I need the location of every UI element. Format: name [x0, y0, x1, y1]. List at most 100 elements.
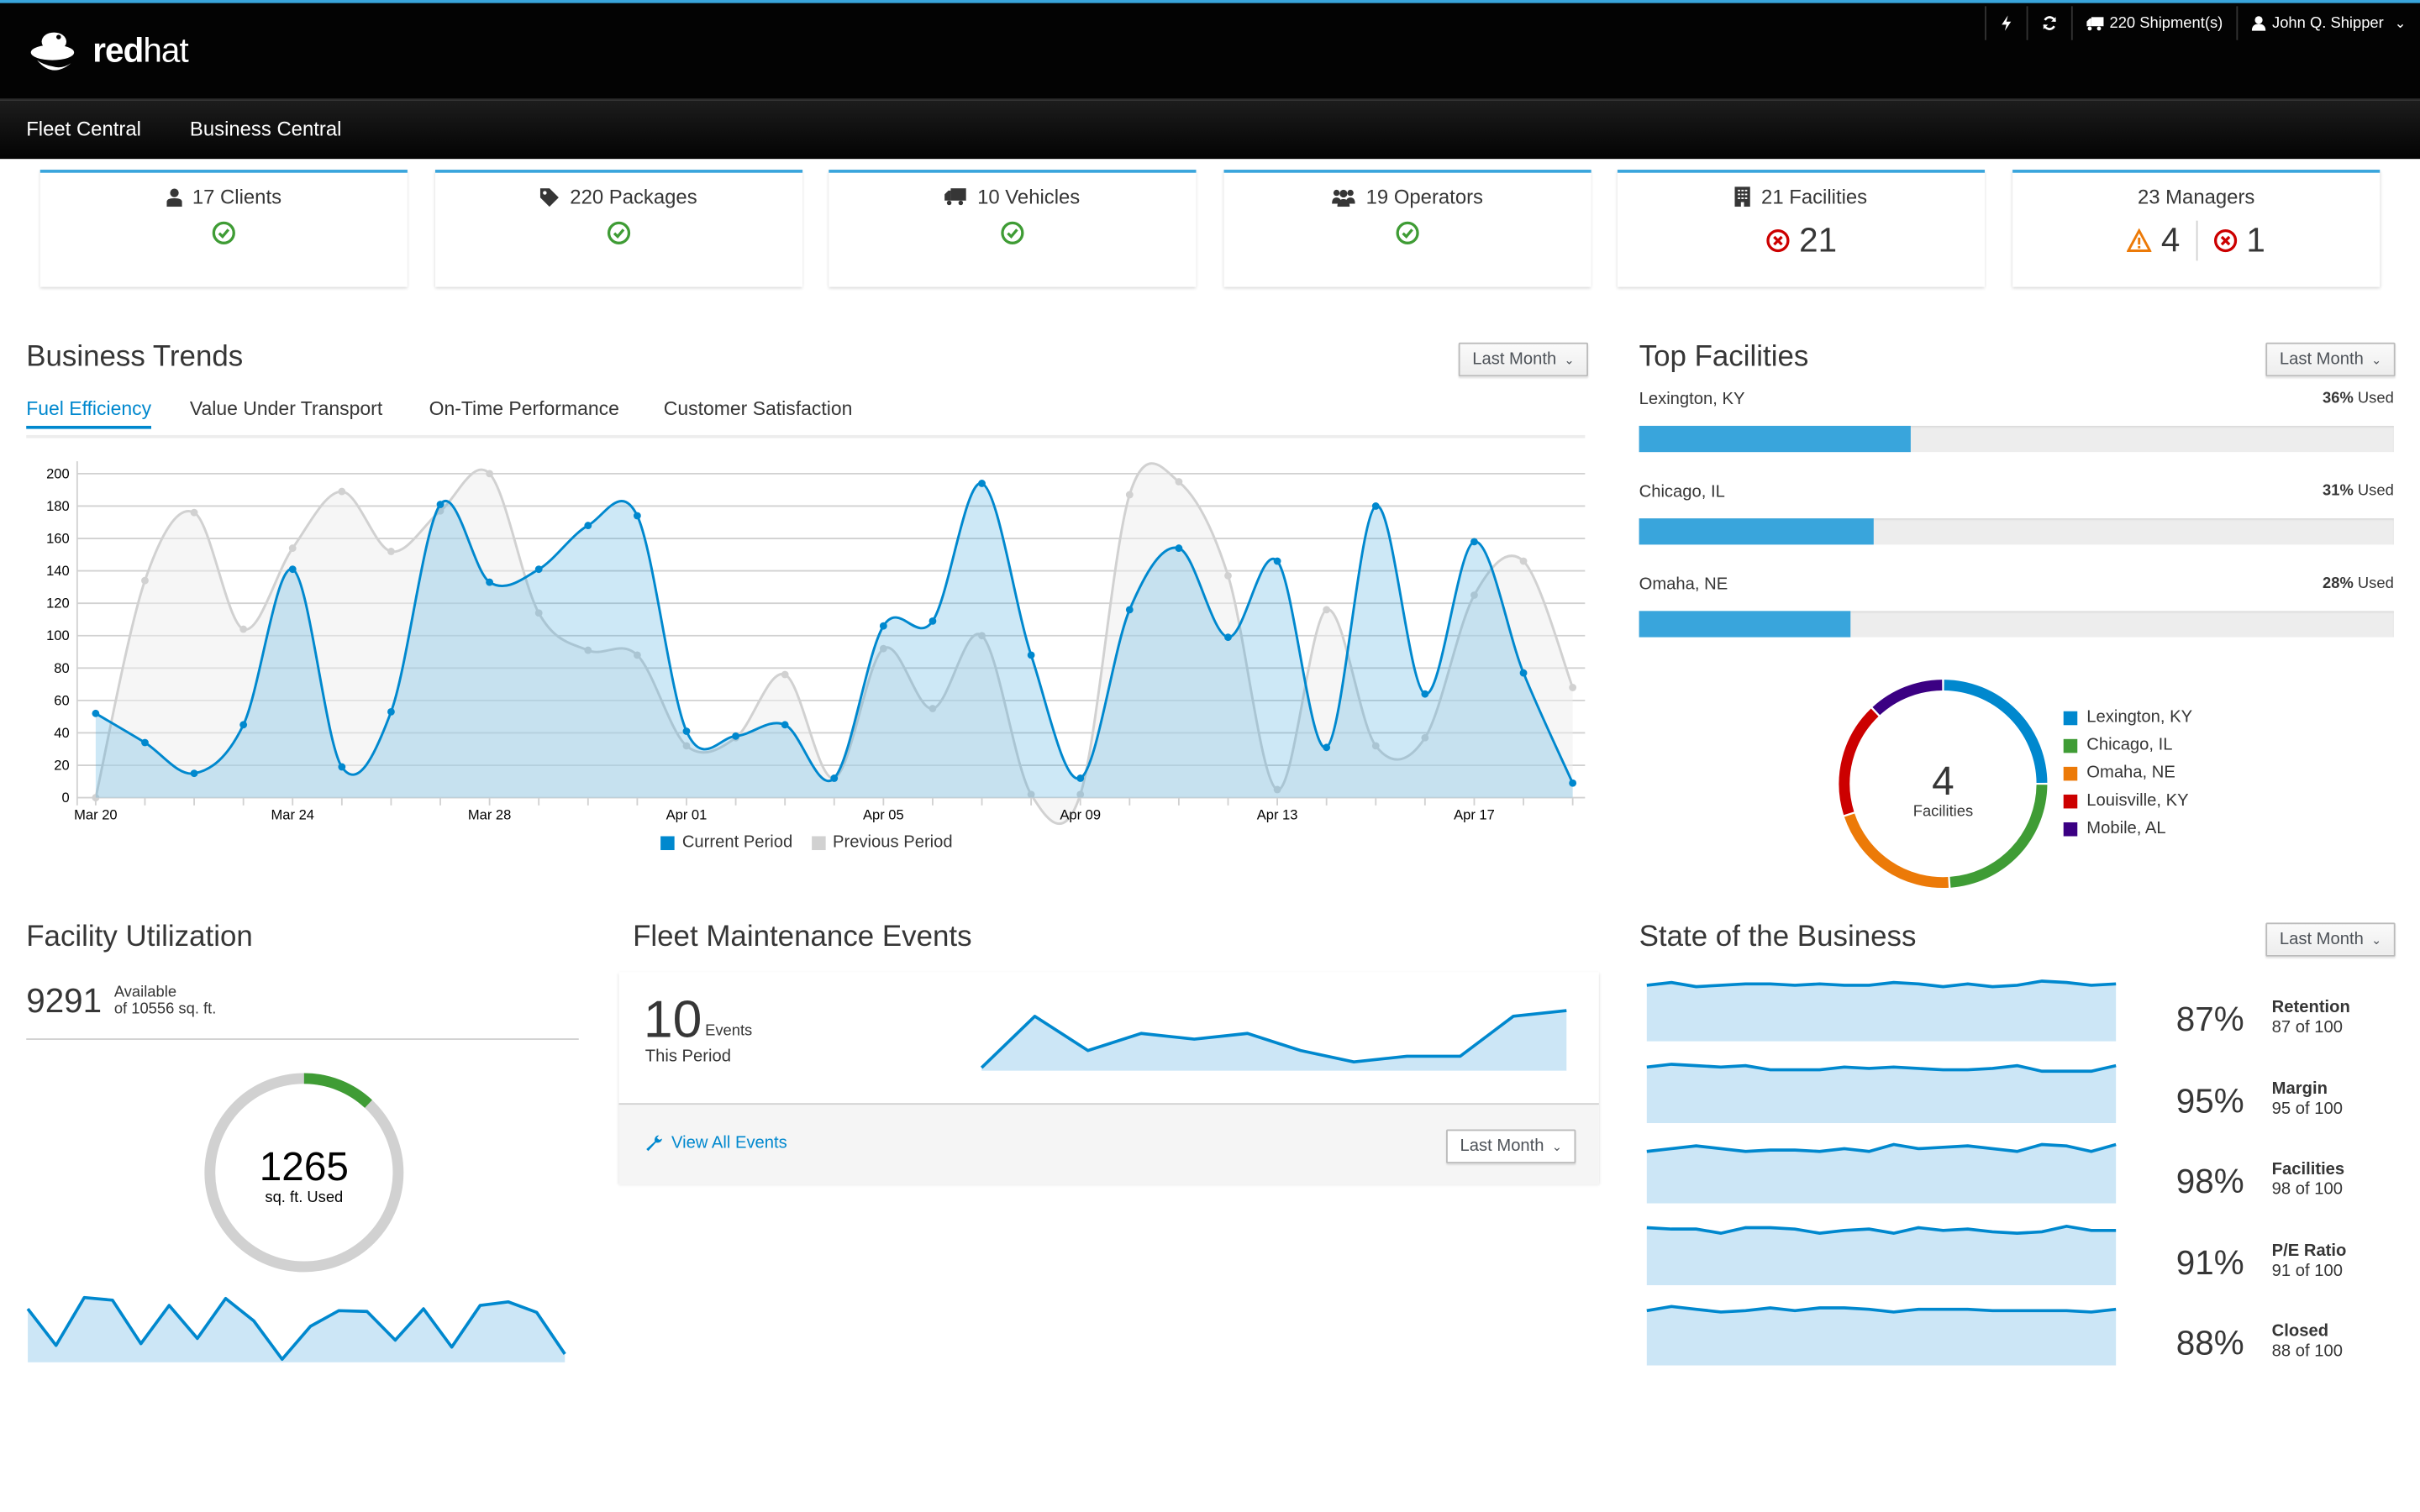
ok-icon: [607, 221, 631, 244]
previous-data-point[interactable]: [486, 470, 494, 478]
current-data-point[interactable]: [978, 480, 986, 487]
fleet-maintenance-filter[interactable]: Last Month ⌄: [1446, 1129, 1576, 1163]
facility-usage-bars: Lexington, KY 36% Used Chicago, IL 31% U…: [1639, 391, 2394, 669]
card-packages[interactable]: 220 Packages: [434, 170, 803, 287]
card-facilities[interactable]: 21 Facilities 21: [1617, 170, 1986, 287]
current-data-point[interactable]: [1175, 544, 1183, 553]
current-data-point[interactable]: [732, 732, 739, 740]
facility-bar-row: Omaha, NE 28% Used: [1639, 575, 2394, 668]
previous-data-point[interactable]: [781, 670, 789, 679]
current-data-point[interactable]: [288, 565, 297, 574]
top-facilities-title: Top Facilities: [1639, 340, 1809, 374]
current-data-point[interactable]: [1273, 557, 1281, 565]
current-data-point[interactable]: [486, 578, 494, 586]
donut-used-segment[interactable]: [303, 1073, 372, 1109]
current-data-point[interactable]: [584, 522, 592, 530]
current-data-point[interactable]: [1421, 690, 1429, 698]
tab-on-time-performance[interactable]: On-Time Performance: [429, 398, 619, 426]
previous-data-point[interactable]: [1519, 557, 1528, 565]
current-data-point[interactable]: [338, 763, 346, 771]
legend-label: Mobile, AL: [2086, 819, 2166, 838]
current-data-point[interactable]: [830, 774, 839, 782]
current-data-point[interactable]: [1224, 633, 1232, 642]
kpi-row: 91% P/E Ratio 91 of 100: [1645, 1215, 2392, 1295]
previous-data-point[interactable]: [1224, 571, 1232, 580]
shadowman-icon: [30, 32, 75, 71]
current-data-point[interactable]: [633, 512, 641, 520]
card-operators[interactable]: 19 Operators: [1223, 170, 1591, 287]
refresh-button[interactable]: [2026, 6, 2070, 40]
previous-data-point[interactable]: [1175, 478, 1183, 486]
donut-segment[interactable]: [1944, 680, 2048, 784]
tab-fuel-efficiency[interactable]: Fuel Efficiency: [26, 398, 152, 429]
card-vehicles[interactable]: 10 Vehicles: [829, 170, 1197, 287]
used-label: sq. ft. Used: [265, 1188, 343, 1205]
donut-segment[interactable]: [1844, 813, 1949, 889]
legend-current[interactable]: Current Period: [660, 833, 792, 852]
availability-summary: 9291 Available of 10556 sq. ft.: [26, 981, 216, 1021]
current-data-point[interactable]: [1519, 669, 1528, 677]
previous-data-point[interactable]: [1569, 684, 1577, 691]
nav-business-central[interactable]: Business Central: [190, 118, 342, 141]
legend-item[interactable]: Lexington, KY: [2063, 704, 2192, 732]
current-data-point[interactable]: [190, 769, 198, 778]
current-data-point[interactable]: [1323, 743, 1331, 752]
state-of-business-filter[interactable]: Last Month ⌄: [2265, 922, 2396, 957]
donut-segment[interactable]: [1949, 785, 2048, 888]
kpi-label-block: P/E Ratio 91 of 100: [2272, 1242, 2347, 1282]
current-data-point[interactable]: [682, 727, 691, 735]
current-data-point[interactable]: [1027, 651, 1035, 659]
previous-data-point[interactable]: [1125, 491, 1134, 499]
building-icon: [1734, 186, 1751, 207]
card-clients[interactable]: 17 Clients: [39, 170, 408, 287]
progress-fill: [1639, 425, 1911, 453]
card-managers[interactable]: 23 Managers 4 1: [2012, 170, 2381, 287]
legend-previous[interactable]: Previous Period: [811, 833, 953, 852]
legend-item[interactable]: Louisville, KY: [2063, 787, 2192, 815]
current-data-point[interactable]: [1125, 606, 1134, 614]
previous-data-point[interactable]: [387, 548, 395, 555]
current-data-point[interactable]: [879, 622, 887, 630]
current-data-point[interactable]: [929, 617, 937, 625]
previous-data-point[interactable]: [239, 625, 248, 633]
kpi-sparkline: [1646, 1224, 2117, 1285]
shipments-button[interactable]: 220 Shipment(s): [2070, 6, 2237, 40]
current-data-point[interactable]: [1076, 774, 1085, 782]
current-data-point[interactable]: [92, 709, 100, 717]
top-facilities-filter[interactable]: Last Month ⌄: [2265, 342, 2396, 377]
tab-customer-satisfaction[interactable]: Customer Satisfaction: [664, 398, 853, 426]
current-data-point[interactable]: [1371, 502, 1380, 510]
legend-swatch: [811, 835, 825, 850]
nav-fleet-central[interactable]: Fleet Central: [26, 118, 141, 141]
view-all-events-link[interactable]: View All Events: [645, 1134, 787, 1152]
previous-data-point[interactable]: [141, 576, 149, 585]
previous-data-point[interactable]: [1323, 606, 1331, 614]
current-data-point[interactable]: [239, 721, 248, 729]
notifications-button[interactable]: [1984, 6, 2027, 40]
business-trends-chart: 0 20 40 60 80 100 120 140 160 180 200 Mar 20 Mar 24…: [46, 461, 1586, 826]
business-trends-filter[interactable]: Last Month ⌄: [1458, 342, 1589, 377]
redhat-logo[interactable]: redhat: [28, 24, 189, 79]
previous-data-point[interactable]: [288, 544, 297, 553]
current-data-point[interactable]: [436, 501, 445, 508]
donut-segment[interactable]: [1839, 708, 1879, 816]
donut-segment[interactable]: [1872, 680, 1943, 716]
current-data-point[interactable]: [1470, 538, 1478, 546]
current-data-point[interactable]: [534, 565, 543, 574]
current-data-point[interactable]: [141, 738, 149, 747]
user-menu[interactable]: John Q. Shipper ⌄: [2236, 6, 2420, 40]
facility-bar-row: Chicago, IL 31% Used: [1639, 483, 2394, 575]
legend-item[interactable]: Chicago, IL: [2063, 732, 2192, 759]
legend-item[interactable]: Mobile, AL: [2063, 815, 2192, 843]
previous-data-point[interactable]: [338, 487, 346, 496]
tab-value-under-transport[interactable]: Value Under Transport: [190, 398, 382, 426]
kpi-label: Margin: [2271, 1079, 2328, 1098]
legend-item[interactable]: Omaha, NE: [2063, 759, 2192, 787]
previous-data-point[interactable]: [190, 508, 198, 517]
refresh-icon: [2043, 16, 2056, 30]
events-unit: Events: [705, 1022, 753, 1040]
current-data-point[interactable]: [387, 707, 395, 716]
y-tick-label: 200: [46, 465, 70, 481]
current-data-point[interactable]: [1569, 779, 1577, 787]
current-data-point[interactable]: [781, 721, 789, 729]
